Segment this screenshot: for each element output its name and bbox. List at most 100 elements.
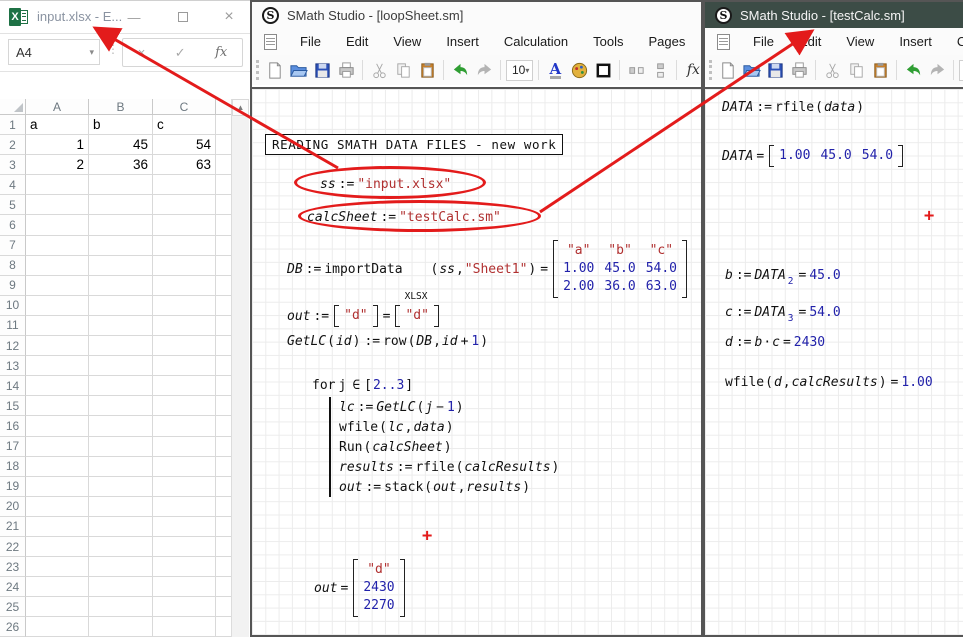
cell[interactable] [89, 256, 153, 276]
cell[interactable] [153, 517, 216, 537]
cell[interactable] [26, 557, 89, 577]
row-header[interactable]: 12 [0, 336, 26, 356]
align-horizontal-icon[interactable] [625, 59, 647, 81]
cell-stub[interactable] [216, 276, 231, 296]
cell[interactable] [26, 416, 89, 436]
cell[interactable] [153, 416, 216, 436]
row-header[interactable]: 8 [0, 256, 26, 276]
row-header[interactable]: 4 [0, 175, 26, 195]
cell[interactable] [89, 477, 153, 497]
cell-stub[interactable] [216, 215, 231, 235]
new-file-icon[interactable] [263, 59, 285, 81]
loopsheet-canvas[interactable]: READING SMATH DATA FILES - new work ss :… [252, 87, 701, 635]
print-icon[interactable] [335, 59, 357, 81]
color-palette-icon[interactable] [568, 59, 590, 81]
expr-getlc-definition[interactable]: GetLC ( id ) := row ( DB , id + 1 ) [287, 334, 489, 349]
column-header-b[interactable]: B [89, 99, 153, 115]
cell-stub[interactable] [216, 517, 231, 537]
cell[interactable] [89, 236, 153, 256]
cell[interactable] [153, 457, 216, 477]
cell[interactable] [153, 296, 216, 316]
excel-grid-body[interactable]: 1abc214554323663456789101112131415161718… [0, 115, 231, 637]
cell-stub[interactable] [216, 416, 231, 436]
menu-insert[interactable]: Insert [444, 32, 481, 51]
loop-line-wfile[interactable]: wfile(lc,data) [339, 417, 560, 437]
expr-out-definition[interactable]: out := "d" = "d" [287, 305, 441, 327]
cell[interactable] [26, 256, 89, 276]
cancel-icon[interactable]: × [138, 45, 146, 60]
row-header[interactable]: 2 [0, 135, 26, 155]
testcalc-canvas[interactable]: DATA := rfile ( data ) DATA = 1.00 45.0 … [705, 87, 963, 635]
cell-stub[interactable] [216, 577, 231, 597]
cell-stub[interactable] [216, 236, 231, 256]
cell[interactable] [26, 215, 89, 235]
cell[interactable] [89, 376, 153, 396]
row-header[interactable]: 14 [0, 376, 26, 396]
cell-stub[interactable] [216, 356, 231, 376]
cell[interactable] [89, 597, 153, 617]
cell[interactable] [153, 557, 216, 577]
row-header[interactable]: 20 [0, 497, 26, 517]
font-color-icon[interactable]: A [544, 59, 566, 81]
cell-stub[interactable] [216, 155, 231, 175]
menu-tools[interactable]: Tools [591, 32, 625, 51]
menu-pages[interactable]: Pages [647, 32, 688, 51]
cell[interactable]: a [26, 115, 89, 135]
cell[interactable] [153, 497, 216, 517]
menu-edit[interactable]: Edit [344, 32, 370, 51]
row-header[interactable]: 15 [0, 396, 26, 416]
save-icon[interactable] [764, 59, 786, 81]
cell[interactable] [89, 356, 153, 376]
undo-icon[interactable] [449, 59, 471, 81]
cell[interactable] [89, 557, 153, 577]
cell[interactable] [26, 316, 89, 336]
expr-db-import[interactable]: DB := importData XLSX ( ss , "Sheet1" ) … [287, 240, 689, 298]
cell[interactable]: 63 [153, 155, 216, 175]
menu-file[interactable]: File [298, 32, 323, 51]
row-header[interactable]: 22 [0, 537, 26, 557]
cell-stub[interactable] [216, 256, 231, 276]
redo-icon[interactable] [473, 59, 495, 81]
cell[interactable] [153, 537, 216, 557]
row-header[interactable]: 25 [0, 597, 26, 617]
cell[interactable] [153, 316, 216, 336]
row-header[interactable]: 23 [0, 557, 26, 577]
paste-icon[interactable] [416, 59, 438, 81]
name-box[interactable]: A4 ▾ [8, 39, 100, 65]
cell[interactable] [26, 457, 89, 477]
menu-edit[interactable]: Edit [797, 32, 823, 51]
toolbar-grip[interactable] [709, 60, 712, 80]
font-size-select[interactable]: 10 [959, 60, 963, 81]
expr-c[interactable]: c := DATA 3 = 54.0 [725, 305, 841, 320]
expr-for-loop[interactable]: for j ∈ [ 2..3 ] lc:=GetLC(j−1) wfile(lc… [312, 378, 560, 497]
cell[interactable] [89, 437, 153, 457]
cell[interactable] [89, 215, 153, 235]
cell[interactable] [89, 416, 153, 436]
column-header-c[interactable]: C [153, 99, 216, 115]
cell[interactable] [26, 497, 89, 517]
cell-stub[interactable] [216, 617, 231, 637]
minimize-button[interactable]: — [113, 1, 155, 33]
cell-stub[interactable] [216, 457, 231, 477]
menu-file[interactable]: File [751, 32, 776, 51]
new-file-icon[interactable] [716, 59, 738, 81]
copy-icon[interactable] [845, 59, 867, 81]
cell[interactable] [26, 617, 89, 637]
row-header[interactable]: 3 [0, 155, 26, 175]
cell[interactable] [26, 537, 89, 557]
cell[interactable] [89, 195, 153, 215]
cell[interactable] [153, 336, 216, 356]
cut-icon[interactable] [821, 59, 843, 81]
insert-function-icon[interactable]: fx [215, 45, 227, 60]
loop-line-run[interactable]: Run(calcSheet) [339, 437, 560, 457]
worksheet-heading[interactable]: READING SMATH DATA FILES - new work [265, 134, 563, 155]
cell[interactable] [153, 437, 216, 457]
cell[interactable] [89, 457, 153, 477]
row-header[interactable]: 10 [0, 296, 26, 316]
row-header[interactable]: 21 [0, 517, 26, 537]
row-header[interactable]: 5 [0, 195, 26, 215]
cell[interactable] [89, 577, 153, 597]
cell[interactable] [26, 296, 89, 316]
print-icon[interactable] [788, 59, 810, 81]
cell[interactable] [26, 175, 89, 195]
